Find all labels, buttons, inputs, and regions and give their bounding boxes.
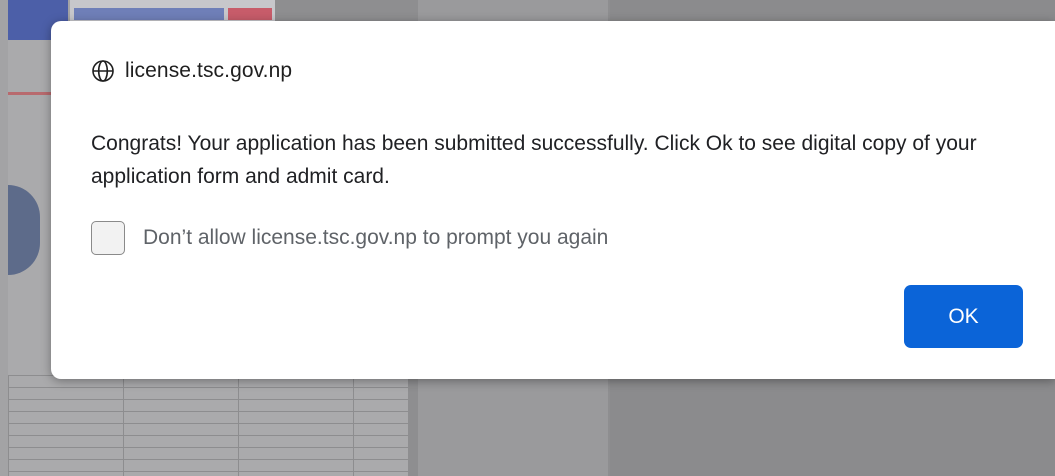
globe-icon [91, 59, 115, 83]
dialog-header: license.tsc.gov.np [91, 59, 292, 83]
background-form-table [8, 375, 408, 476]
suppress-prompts-option[interactable]: Don’t allow license.tsc.gov.np to prompt… [91, 221, 608, 255]
dialog-message: Congrats! Your application has been subm… [91, 132, 977, 188]
dialog-origin-title: license.tsc.gov.np [125, 59, 293, 82]
background-top-bar-red [228, 8, 272, 20]
suppress-prompts-checkbox[interactable] [91, 221, 125, 255]
suppress-prompts-label[interactable]: Don’t allow license.tsc.gov.np to prompt… [143, 226, 608, 250]
alert-dialog: license.tsc.gov.np Congrats! Your applic… [51, 21, 1055, 379]
background-top-bar-blue [74, 8, 224, 20]
background-emblem [8, 185, 40, 275]
ok-button[interactable]: OK [904, 285, 1023, 348]
